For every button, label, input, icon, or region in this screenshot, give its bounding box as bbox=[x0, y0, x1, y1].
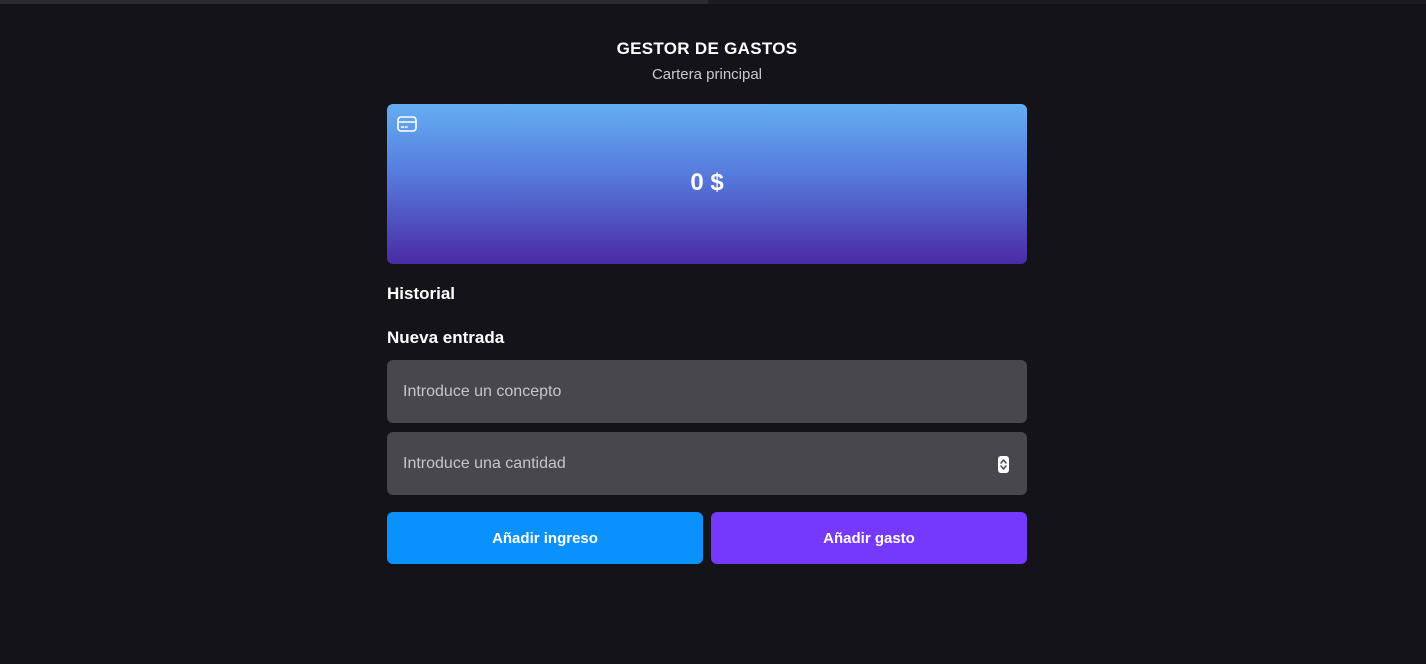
concept-field bbox=[387, 360, 1027, 423]
credit-card-icon bbox=[397, 116, 417, 132]
history-heading: Historial bbox=[387, 284, 456, 303]
add-income-button[interactable]: Añadir ingreso bbox=[387, 512, 703, 564]
page-title: GESTOR DE GASTOS bbox=[616, 39, 798, 58]
number-stepper-icon[interactable] bbox=[998, 456, 1009, 473]
balance-card: 0 $ bbox=[387, 104, 1027, 264]
wallet-name: Cartera principal bbox=[651, 66, 763, 83]
amount-field bbox=[387, 432, 1027, 495]
new-entry-heading: Nueva entrada bbox=[387, 328, 505, 347]
add-expense-button[interactable]: Añadir gasto bbox=[711, 512, 1027, 564]
page-load-bar bbox=[0, 0, 1426, 4]
balance-amount: 0 $ bbox=[690, 169, 724, 196]
concept-input[interactable] bbox=[387, 360, 1027, 423]
page-load-bar-fill bbox=[0, 0, 708, 4]
amount-input[interactable] bbox=[387, 432, 1027, 495]
